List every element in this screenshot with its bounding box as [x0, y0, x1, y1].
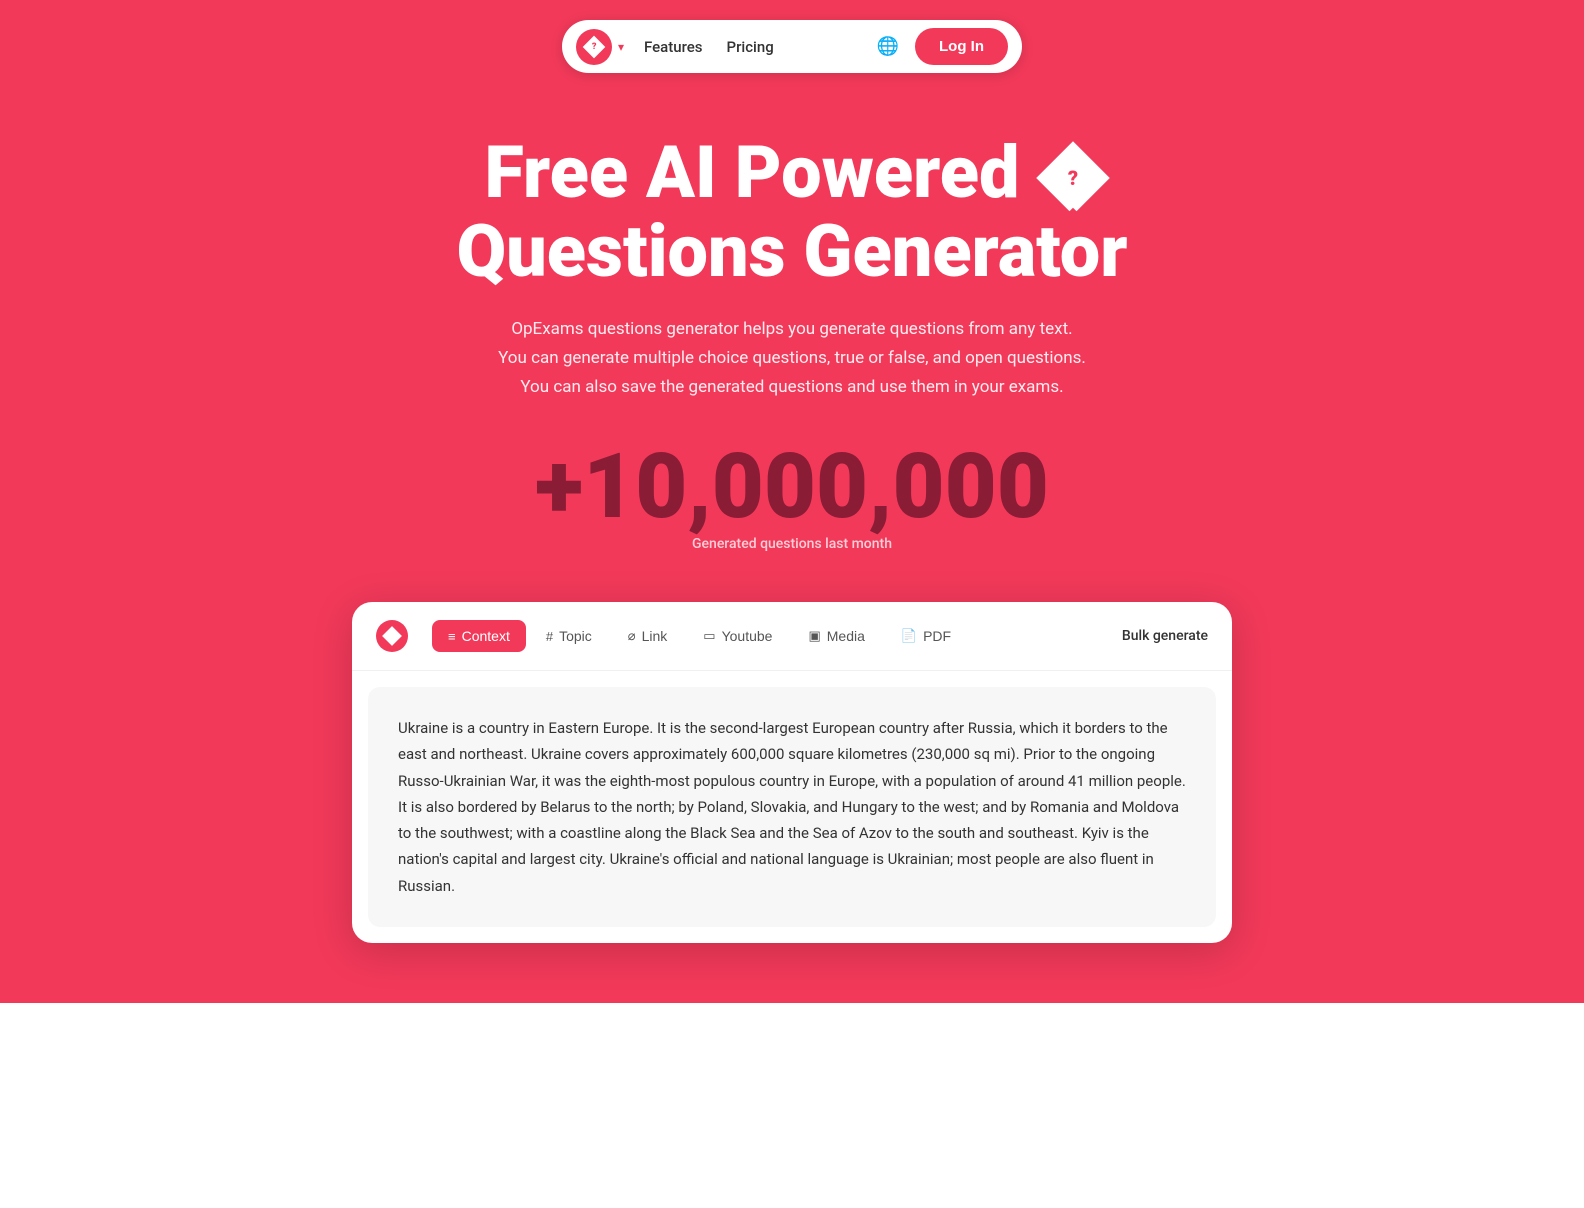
language-icon[interactable]: 🌐 — [877, 36, 899, 57]
navbar-logo-wrapper[interactable]: ? ▾ — [576, 29, 624, 65]
hero-content: Free AI Powered ? Questions Generator Op… — [436, 133, 1147, 552]
hero-counter: +10,000,000 Generated questions last mon… — [456, 442, 1127, 552]
hero-title: Free AI Powered ? Questions Generator — [456, 133, 1127, 291]
hero-subtitle-line1: OpExams questions generator helps you ge… — [511, 319, 1072, 339]
pdf-icon: 📄 — [901, 628, 917, 644]
navbar-dropdown-chevron[interactable]: ▾ — [618, 40, 624, 54]
tab-pdf-label: PDF — [923, 628, 951, 644]
youtube-icon: ▭ — [703, 628, 715, 644]
bottom-area — [0, 1003, 1584, 1208]
nav-features-link[interactable]: Features — [644, 38, 702, 56]
context-icon: ≡ — [448, 629, 456, 644]
context-text: Ukraine is a country in Eastern Europe. … — [398, 715, 1186, 899]
hero-title-line1: Free AI Powered — [485, 130, 1020, 215]
tab-media[interactable]: ▣ Media — [792, 620, 880, 652]
media-icon: ▣ — [808, 628, 820, 644]
tab-media-label: Media — [827, 628, 865, 644]
nav-pricing-link[interactable]: Pricing — [727, 38, 774, 56]
card-logo — [376, 620, 408, 652]
tab-link[interactable]: ⌀ Link — [612, 620, 684, 652]
card-tabs: ≡ Context # Topic ⌀ Link ▭ Youtube ▣ M — [432, 620, 1208, 652]
navbar-links: Features Pricing — [644, 38, 857, 56]
hero-subtitle-line3: You can also save the generated question… — [520, 377, 1063, 397]
hero-section: ? ▾ Features Pricing 🌐 Log In Free AI Po… — [0, 0, 1584, 1003]
tab-topic[interactable]: # Topic — [530, 620, 608, 652]
bulk-generate-button[interactable]: Bulk generate — [1122, 628, 1208, 644]
tab-context[interactable]: ≡ Context — [432, 620, 526, 652]
hero-diamond-icon: ? — [1068, 167, 1078, 189]
hero-subtitle: OpExams questions generator helps you ge… — [492, 315, 1092, 402]
tab-link-label: Link — [642, 628, 668, 644]
tab-youtube-label: Youtube — [722, 628, 773, 644]
card-body: Ukraine is a country in Eastern Europe. … — [368, 687, 1216, 927]
hero-subtitle-line2: You can generate multiple choice questio… — [498, 348, 1086, 368]
hero-title-line2: Questions Generator — [456, 209, 1127, 294]
navbar-logo: ? — [576, 29, 612, 65]
card-header: ≡ Context # Topic ⌀ Link ▭ Youtube ▣ M — [352, 602, 1232, 671]
tab-pdf[interactable]: 📄 PDF — [885, 620, 967, 652]
generator-card: ≡ Context # Topic ⌀ Link ▭ Youtube ▣ M — [352, 602, 1232, 943]
counter-number: +10,000,000 — [456, 442, 1127, 532]
link-icon: ⌀ — [628, 628, 636, 644]
tab-youtube[interactable]: ▭ Youtube — [687, 620, 788, 652]
login-button[interactable]: Log In — [915, 28, 1008, 65]
topic-icon: # — [546, 629, 553, 644]
navbar: ? ▾ Features Pricing 🌐 Log In — [562, 20, 1022, 73]
navbar-right: 🌐 Log In — [877, 28, 1008, 65]
tab-topic-label: Topic — [559, 628, 592, 644]
tab-context-label: Context — [462, 628, 510, 644]
